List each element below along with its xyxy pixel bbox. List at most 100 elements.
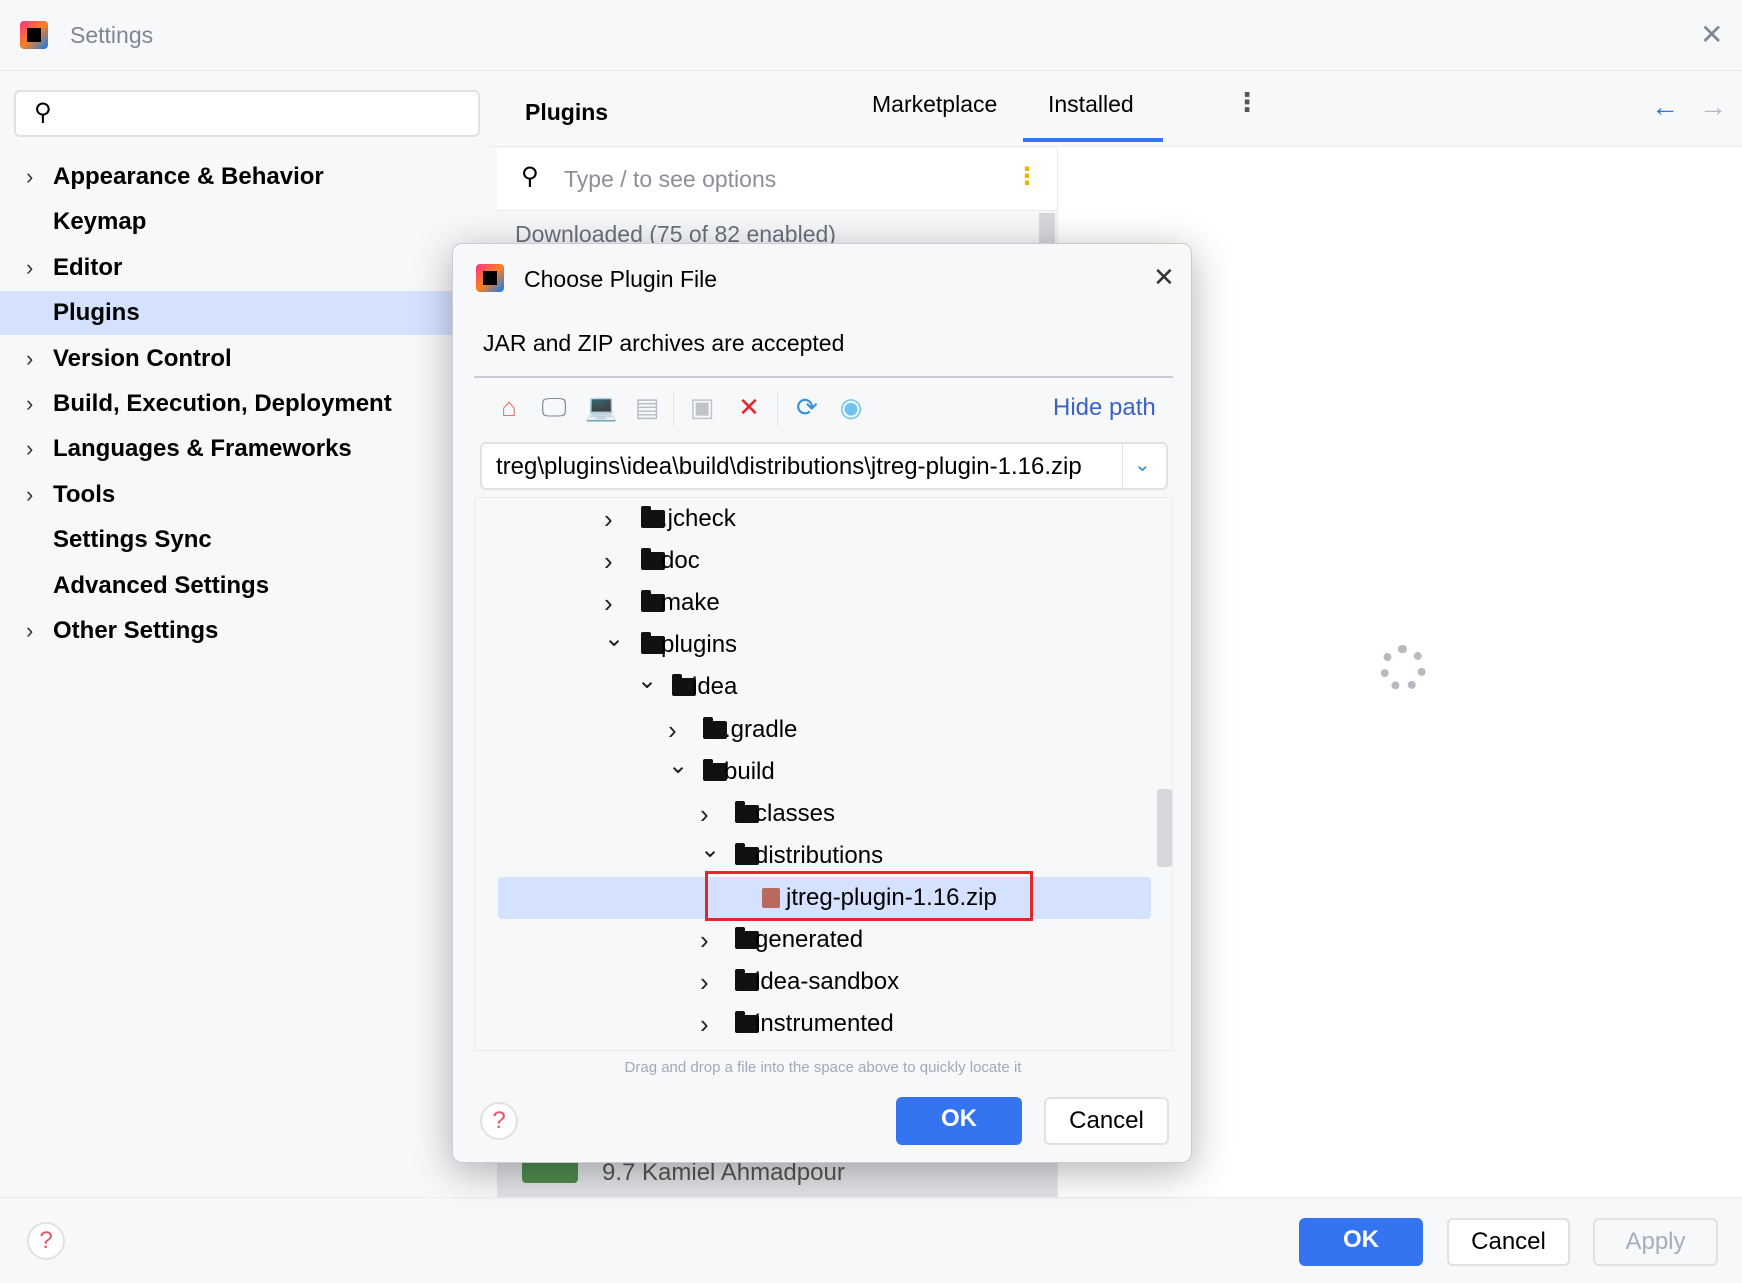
chevron-down-icon[interactable]: ⌄ bbox=[604, 618, 624, 660]
highlight-box bbox=[705, 870, 1033, 921]
drag-drop-hint: Drag and drop a file into the space abov… bbox=[624, 1059, 1022, 1076]
help-icon[interactable]: ? bbox=[480, 1102, 518, 1140]
sidebar-item-languages-frameworks[interactable]: › Languages & Frameworks bbox=[0, 427, 489, 471]
refresh-icon[interactable]: ⟳ bbox=[792, 392, 822, 422]
sidebar-item-label: Version Control bbox=[53, 344, 232, 372]
page-title: Plugins bbox=[525, 99, 609, 125]
chevron-right-icon[interactable]: › bbox=[604, 540, 613, 582]
tree-node[interactable]: ⌄ build bbox=[475, 751, 1172, 793]
sidebar-item-settings-sync[interactable]: Settings Sync bbox=[0, 518, 489, 562]
sidebar-item-label: Appearance & Behavior bbox=[53, 163, 324, 190]
dialog-description: JAR and ZIP archives are accepted bbox=[483, 330, 845, 356]
tree-node-label: .gradle bbox=[724, 715, 798, 743]
tree-node-label: .jcheck bbox=[661, 505, 736, 532]
apply-button[interactable]: Apply bbox=[1593, 1218, 1718, 1266]
forward-arrow-icon[interactable]: → bbox=[1699, 91, 1727, 123]
chevron-down-icon[interactable]: ⌄ bbox=[700, 829, 720, 871]
app-logo-icon bbox=[20, 21, 48, 49]
sidebar-item-appearance-behavior[interactable]: › Appearance & Behavior bbox=[0, 155, 489, 199]
tree-node[interactable]: › idea-sandbox bbox=[475, 961, 1172, 1003]
tree-node[interactable]: › doc bbox=[475, 540, 1172, 582]
tree-node[interactable]: › generated bbox=[475, 919, 1172, 961]
settings-sidebar: ⚲ › Appearance & Behavior Keymap › Editor Plu… bbox=[0, 71, 489, 1197]
sidebar-item-label: Advanced Settings bbox=[53, 571, 270, 599]
chevron-right-icon[interactable]: › bbox=[26, 427, 33, 471]
back-arrow-icon[interactable]: ← bbox=[1651, 91, 1679, 123]
tree-node[interactable]: › classes bbox=[475, 793, 1172, 835]
tree-node-label: idea bbox=[692, 673, 738, 701]
tree-node-label: classes bbox=[755, 799, 836, 827]
tree-node-label: make bbox=[661, 589, 720, 617]
close-icon[interactable]: ✕ bbox=[1153, 262, 1175, 293]
sidebar-item-version-control[interactable]: › Version Control bbox=[0, 337, 489, 381]
chevron-down-icon[interactable]: ⌄ bbox=[668, 745, 688, 787]
plugin-search-input[interactable]: ⚲ Type / to see options ⋮ bbox=[497, 148, 1057, 211]
tree-node[interactable]: › make bbox=[475, 582, 1172, 624]
sidebar-item-label: Tools bbox=[53, 480, 116, 508]
toolbar-separator bbox=[673, 392, 674, 426]
path-combobox[interactable]: treg\plugins\idea\build\distributions\jt… bbox=[480, 442, 1168, 490]
tree-node-label: generated bbox=[755, 926, 864, 953]
tree-node[interactable]: ⌄ idea bbox=[475, 666, 1172, 708]
project-icon[interactable]: 💻 bbox=[585, 392, 617, 422]
show-hidden-icon[interactable]: ◉ bbox=[836, 392, 866, 422]
chevron-right-icon[interactable]: › bbox=[700, 919, 709, 961]
sidebar-item-editor[interactable]: › Editor bbox=[0, 246, 489, 290]
divider bbox=[474, 376, 1173, 378]
chevron-right-icon[interactable]: › bbox=[26, 155, 33, 199]
sidebar-item-label: Other Settings bbox=[53, 617, 219, 644]
tree-node[interactable]: › instrumented bbox=[475, 1003, 1172, 1045]
home-icon[interactable]: ⌂ bbox=[494, 392, 524, 422]
chevron-right-icon[interactable]: › bbox=[700, 1003, 709, 1045]
tree-node-label: idea-sandbox bbox=[755, 968, 900, 996]
sidebar-item-tools[interactable]: › Tools bbox=[0, 473, 489, 517]
tab-installed[interactable]: Installed bbox=[1048, 91, 1134, 118]
tree-node[interactable]: ⌄ plugins bbox=[475, 624, 1172, 666]
dialog-title: Choose Plugin File bbox=[524, 266, 718, 292]
desktop-icon[interactable]: 🖵 bbox=[539, 392, 569, 422]
path-input[interactable]: treg\plugins\idea\build\distributions\jt… bbox=[496, 453, 1082, 481]
title-bar: Settings ✕ bbox=[0, 0, 1742, 71]
new-folder-icon[interactable]: ▣ bbox=[687, 392, 717, 422]
close-icon[interactable]: ✕ bbox=[1700, 18, 1723, 51]
sidebar-item-keymap[interactable]: Keymap bbox=[0, 200, 489, 244]
plugin-row-meta: 9.7 Kamiel Ahmadpour bbox=[602, 1159, 845, 1186]
sidebar-item-plugins[interactable]: Plugins bbox=[0, 291, 489, 336]
cancel-button[interactable]: Cancel bbox=[1447, 1218, 1570, 1266]
options-icon[interactable]: ⋮ bbox=[1015, 162, 1039, 191]
tree-node-label: instrumented bbox=[755, 1010, 894, 1038]
tree-node[interactable]: › .jcheck bbox=[475, 498, 1172, 540]
active-tab-indicator bbox=[1023, 138, 1163, 142]
chevron-right-icon[interactable]: › bbox=[604, 498, 613, 540]
help-icon[interactable]: ? bbox=[27, 1222, 65, 1260]
module-icon[interactable]: ▤ bbox=[632, 392, 662, 422]
sidebar-item-advanced-settings[interactable]: Advanced Settings bbox=[0, 564, 489, 608]
dialog-cancel-button[interactable]: Cancel bbox=[1044, 1097, 1169, 1145]
chevron-down-icon[interactable]: ⌄ bbox=[637, 660, 657, 702]
app-logo-icon bbox=[476, 264, 504, 292]
tree-node[interactable]: › .gradle bbox=[475, 709, 1172, 751]
sidebar-item-label: Languages & Frameworks bbox=[53, 435, 352, 463]
chevron-down-icon[interactable]: ⌄ bbox=[1134, 452, 1151, 477]
delete-icon[interactable]: ✕ bbox=[734, 392, 764, 422]
plugin-row[interactable]: 9.7 Kamiel Ahmadpour bbox=[497, 1157, 1057, 1197]
settings-search-input[interactable]: ⚲ bbox=[14, 90, 480, 137]
divider bbox=[1122, 444, 1123, 488]
chevron-right-icon[interactable]: › bbox=[26, 337, 33, 381]
settings-footer: ? OK Cancel Apply bbox=[0, 1197, 1742, 1283]
sidebar-item-other-settings[interactable]: › Other Settings bbox=[0, 609, 489, 653]
ok-button[interactable]: OK bbox=[1299, 1218, 1423, 1266]
chevron-right-icon[interactable]: › bbox=[26, 609, 33, 653]
hide-path-link[interactable]: Hide path bbox=[1053, 394, 1156, 422]
sidebar-item-build-execution-deployment[interactable]: › Build, Execution, Deployment bbox=[0, 382, 489, 426]
chevron-right-icon[interactable]: › bbox=[26, 382, 33, 426]
more-options-icon[interactable]: ⋮ bbox=[1234, 87, 1260, 118]
chevron-right-icon[interactable]: › bbox=[26, 246, 33, 290]
chevron-right-icon[interactable]: › bbox=[700, 961, 709, 1003]
sidebar-item-label: Build, Execution, Deployment bbox=[53, 390, 392, 417]
chevron-right-icon[interactable]: › bbox=[26, 473, 33, 517]
tab-marketplace[interactable]: Marketplace bbox=[872, 91, 997, 118]
search-icon: ⚲ bbox=[521, 163, 539, 190]
dialog-ok-button[interactable]: OK bbox=[896, 1097, 1022, 1145]
tree-node-label: doc bbox=[661, 547, 700, 575]
